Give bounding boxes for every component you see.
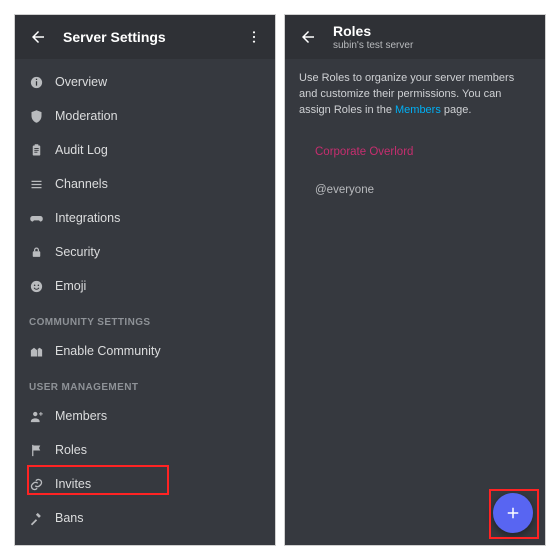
section-header-community: COMMUNITY SETTINGS [15, 303, 275, 334]
nav-item-emoji[interactable]: Emoji [15, 269, 275, 303]
roles-screen: Roles subin's test server Use Roles to o… [284, 14, 546, 546]
nav-item-moderation[interactable]: Moderation [15, 99, 275, 133]
section-header-user: USER MANAGEMENT [15, 368, 275, 399]
list-icon [29, 177, 55, 192]
nav-item-overview[interactable]: Overview [15, 65, 275, 99]
nav-label: Enable Community [55, 344, 161, 358]
role-name: @everyone [315, 184, 374, 196]
shield-icon [29, 109, 55, 124]
flag-icon [29, 443, 55, 458]
clipboard-icon [29, 143, 55, 158]
add-role-button[interactable] [493, 493, 533, 533]
roles-description: Use Roles to organize your server member… [285, 59, 545, 133]
page-title: Server Settings [63, 29, 166, 45]
nav-item-members[interactable]: Members [15, 399, 275, 433]
back-button[interactable] [297, 26, 319, 48]
nav-label: Emoji [55, 279, 86, 293]
nav-item-channels[interactable]: Channels [15, 167, 275, 201]
hammer-icon [29, 511, 55, 526]
nav-label: Integrations [55, 211, 120, 225]
nav-label: Roles [55, 443, 87, 457]
info-icon [29, 75, 55, 90]
nav-item-enable-community[interactable]: Enable Community [15, 334, 275, 368]
town-icon [29, 344, 55, 359]
nav-item-security[interactable]: Security [15, 235, 275, 269]
page-subtitle: subin's test server [333, 40, 413, 51]
more-vertical-icon [246, 29, 262, 45]
nav-label: Invites [55, 477, 91, 491]
nav-label: Audit Log [55, 143, 108, 157]
smile-icon [29, 279, 55, 294]
desc-text: page. [441, 104, 472, 116]
nav-label: Channels [55, 177, 108, 191]
plus-icon [504, 504, 522, 522]
nav-label: Members [55, 409, 107, 423]
nav-label: Bans [55, 511, 84, 525]
nav-item-audit-log[interactable]: Audit Log [15, 133, 275, 167]
nav-item-integrations[interactable]: Integrations [15, 201, 275, 235]
back-button[interactable] [27, 26, 49, 48]
nav-item-bans[interactable]: Bans [15, 501, 275, 535]
nav-label: Security [55, 245, 100, 259]
server-settings-header: Server Settings [15, 15, 275, 59]
role-row-everyone[interactable]: @everyone [285, 171, 545, 209]
overflow-menu-button[interactable] [245, 29, 263, 45]
nav-label: Moderation [55, 109, 118, 123]
link-icon [29, 477, 55, 492]
settings-nav: Overview Moderation Audit Log Channels I… [15, 59, 275, 545]
gamepad-icon [29, 211, 55, 226]
arrow-left-icon [299, 28, 317, 46]
page-title: Roles [333, 23, 413, 39]
nav-label: Overview [55, 75, 107, 89]
nav-item-invites[interactable]: Invites [15, 467, 275, 501]
roles-header: Roles subin's test server [285, 15, 545, 59]
person-icon [29, 409, 55, 424]
arrow-left-icon [29, 28, 47, 46]
members-link[interactable]: Members [395, 104, 441, 116]
nav-item-roles[interactable]: Roles [15, 433, 275, 467]
role-name: Corporate Overlord [315, 146, 413, 158]
lock-icon [29, 245, 55, 260]
role-row-corporate-overlord[interactable]: Corporate Overlord [285, 133, 545, 171]
server-settings-screen: Server Settings Overview Moderation Audi… [14, 14, 276, 546]
